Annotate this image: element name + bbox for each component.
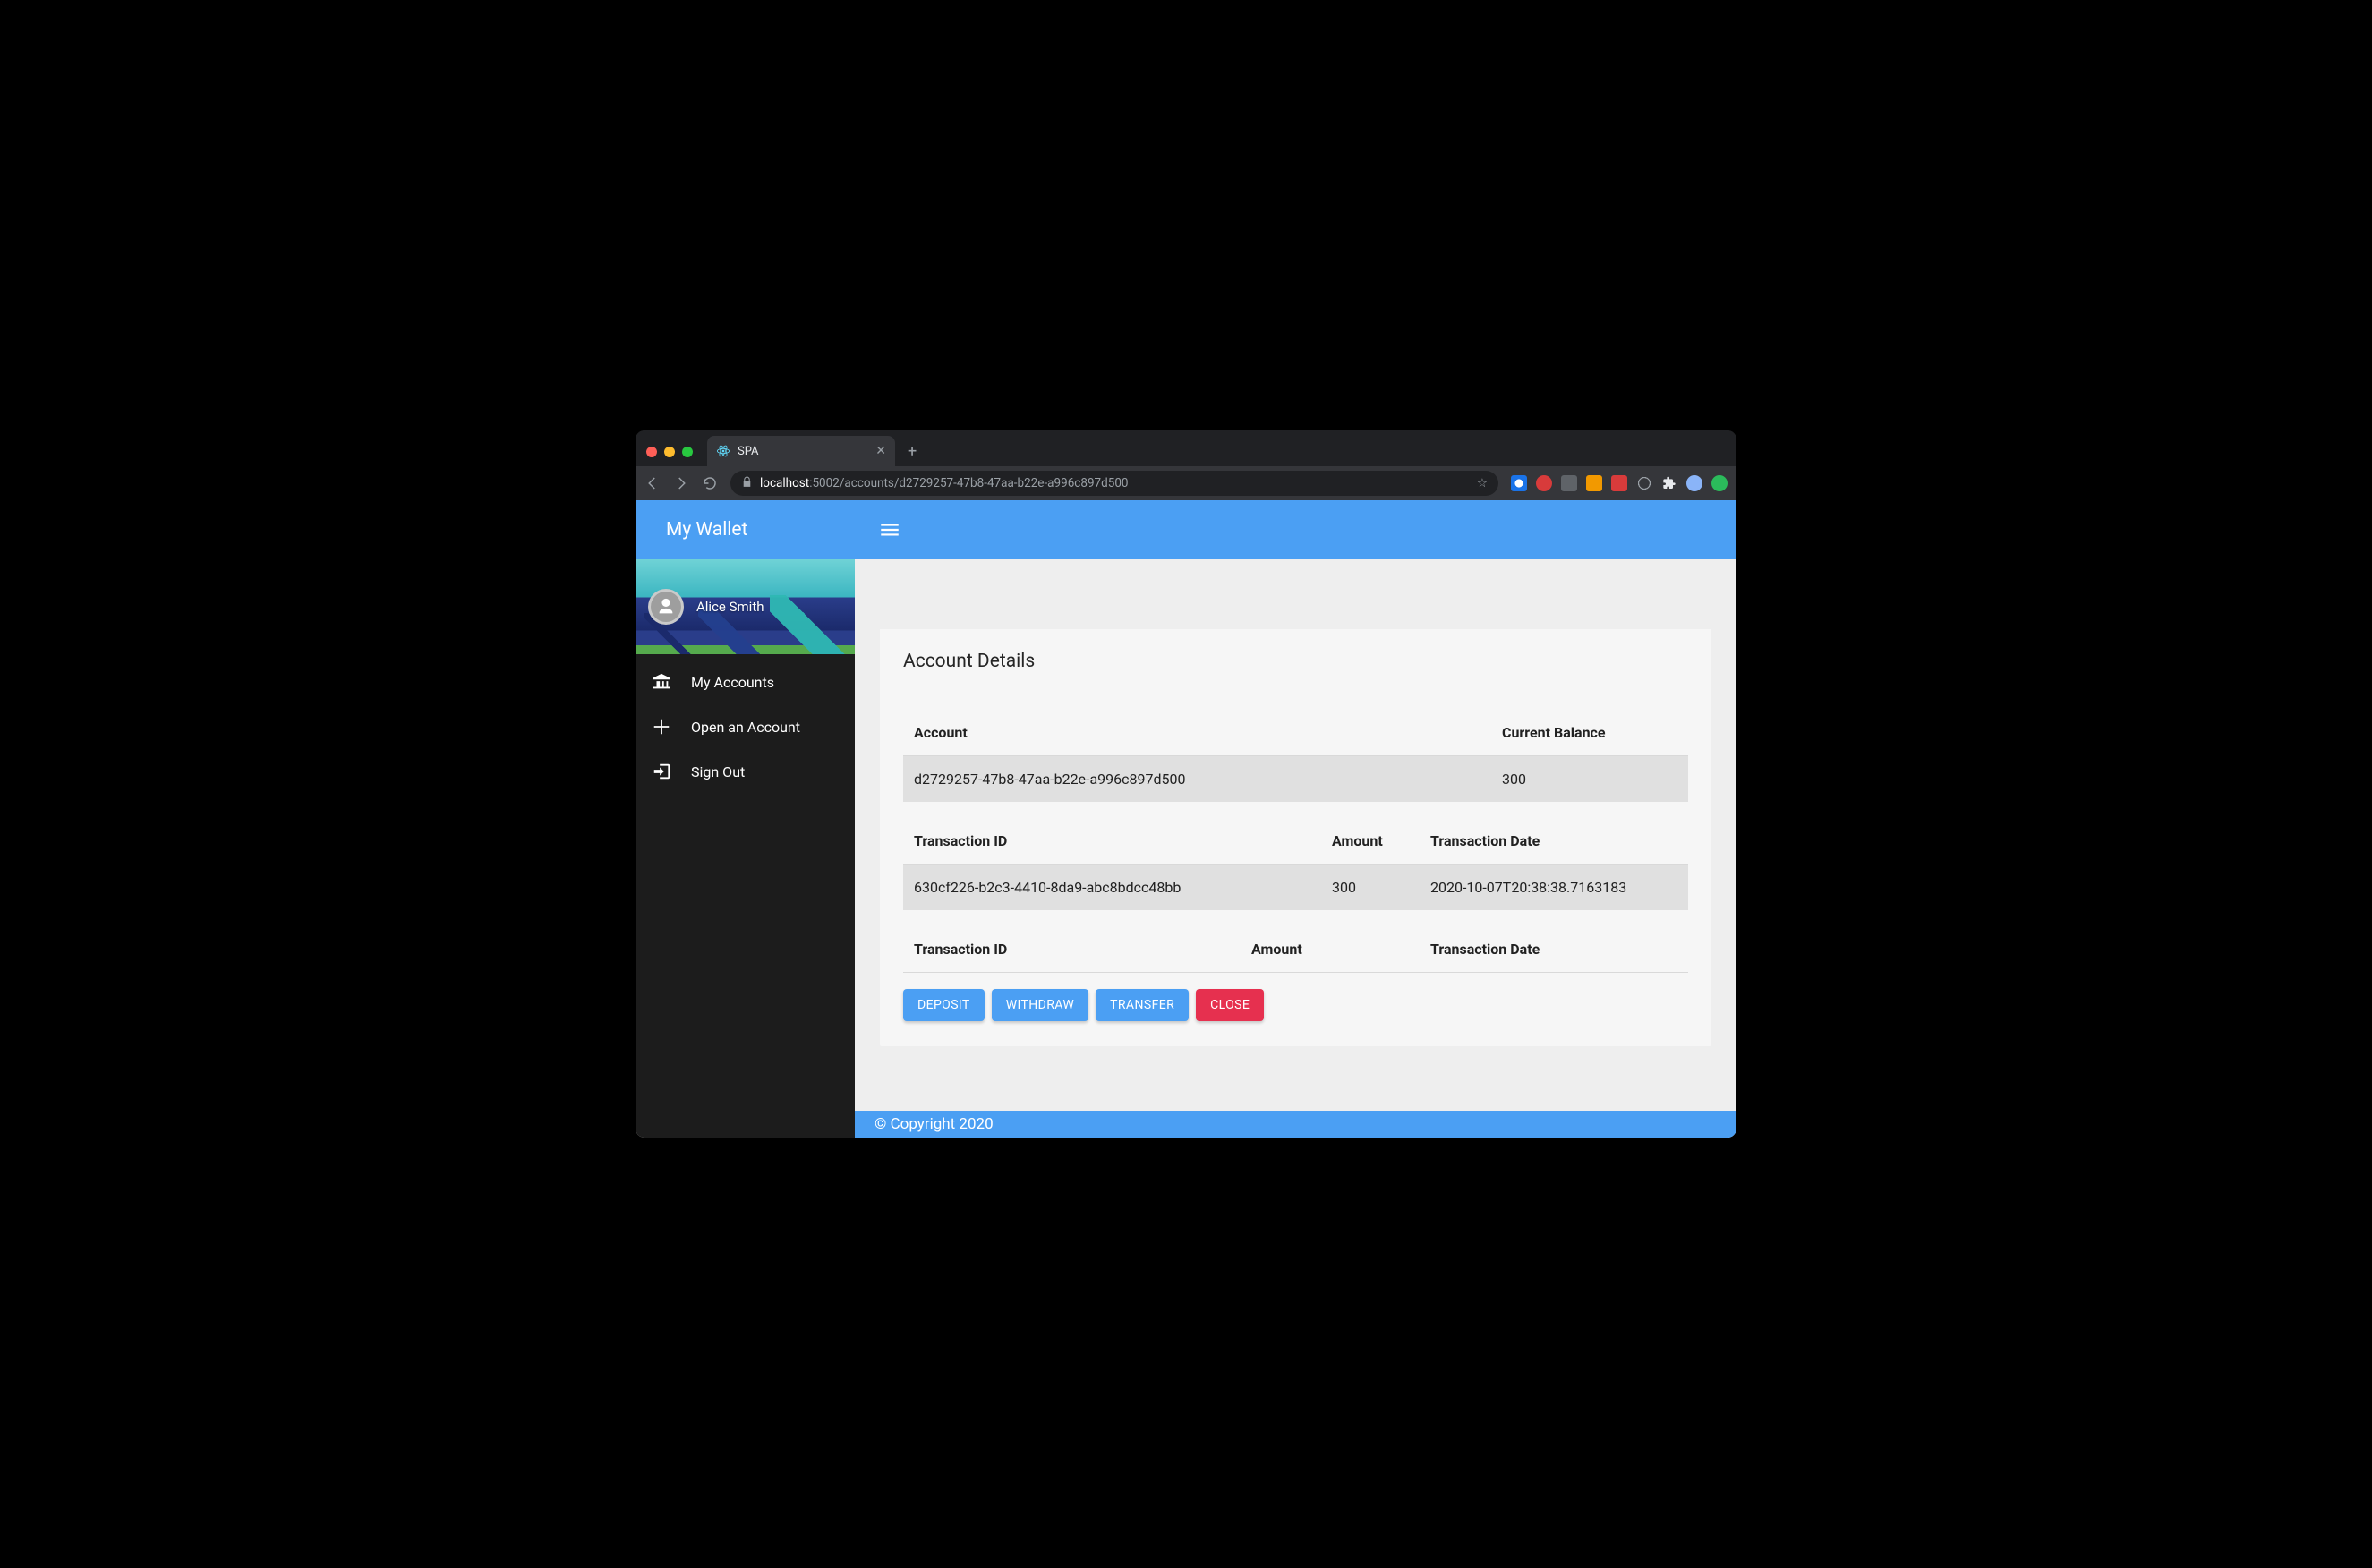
- account-details-card: Account Details Account Current Balance …: [880, 629, 1711, 1046]
- transfer-button[interactable]: TRANSFER: [1096, 989, 1189, 1021]
- col-transaction-id: Transaction ID: [903, 926, 1241, 973]
- cell-account-id: d2729257-47b8-47aa-b22e-a996c897d500: [903, 756, 1491, 803]
- bank-icon: [652, 672, 671, 692]
- main-column: Account Details Account Current Balance …: [855, 500, 1736, 1138]
- menu-toggle-button[interactable]: [878, 518, 901, 541]
- profile-banner: Alice Smith: [636, 559, 855, 654]
- cell-balance: 300: [1491, 756, 1688, 803]
- sidebar-item-sign-out[interactable]: Sign Out: [636, 749, 855, 794]
- browser-toolbar: localhost:5002/accounts/d2729257-47b8-47…: [636, 466, 1736, 500]
- app-root: My Wallet Alice Smith My Accounts: [636, 500, 1736, 1138]
- cell-tx-date: 2020-10-07T20:38:38.7163183: [1420, 865, 1688, 911]
- profile-avatar-icon[interactable]: [1686, 475, 1702, 491]
- url-path: :5002/accounts/d2729257-47b8-47aa-b22e-a…: [809, 476, 1128, 490]
- col-transaction-date: Transaction Date: [1420, 926, 1688, 973]
- table-row: d2729257-47b8-47aa-b22e-a996c897d500 300: [903, 756, 1688, 803]
- person-icon: [656, 597, 676, 617]
- react-favicon-icon: [716, 444, 730, 458]
- extensions-puzzle-icon[interactable]: [1661, 475, 1677, 491]
- extension-icon[interactable]: [1561, 475, 1577, 491]
- sidebar-item-label: My Accounts: [691, 674, 774, 691]
- extension-icon[interactable]: [1611, 475, 1627, 491]
- action-bar: DEPOSIT WITHDRAW TRANSFER CLOSE: [880, 973, 1711, 1046]
- col-amount: Amount: [1321, 818, 1420, 865]
- window-zoom-button[interactable]: [682, 447, 693, 457]
- col-account: Account: [903, 710, 1491, 756]
- browser-window: SPA ✕ + localhost:5002/accounts/d2729257…: [636, 430, 1736, 1138]
- window-close-button[interactable]: [646, 447, 657, 457]
- extension-icon[interactable]: [1636, 475, 1652, 491]
- cell-tx-amount: 300: [1321, 865, 1420, 911]
- sidebar-item-label: Open an Account: [691, 719, 800, 736]
- signout-icon: [652, 762, 671, 781]
- col-amount: Amount: [1241, 926, 1420, 973]
- window-controls: [644, 447, 702, 466]
- footer-text: © Copyright 2020: [875, 1115, 994, 1133]
- hamburger-icon: [878, 518, 901, 541]
- extension-icons: [1511, 475, 1728, 491]
- sidebar-item-label: Sign Out: [691, 763, 745, 780]
- extension-icon[interactable]: [1711, 475, 1728, 491]
- address-bar[interactable]: localhost:5002/accounts/d2729257-47b8-47…: [730, 471, 1498, 496]
- transactions-table: Transaction ID Amount Transaction Date 6…: [903, 818, 1688, 910]
- browser-tabbar: SPA ✕ +: [636, 430, 1736, 466]
- sidebar: My Wallet Alice Smith My Accounts: [636, 500, 855, 1138]
- window-minimize-button[interactable]: [664, 447, 675, 457]
- cell-tx-id: 630cf226-b2c3-4410-8da9-abc8bdcc48bb: [903, 865, 1321, 911]
- col-current-balance: Current Balance: [1491, 710, 1688, 756]
- nav-reload-button[interactable]: [702, 475, 718, 491]
- table-row: 630cf226-b2c3-4410-8da9-abc8bdcc48bb 300…: [903, 865, 1688, 911]
- footer: © Copyright 2020: [855, 1111, 1736, 1138]
- tab-close-icon[interactable]: ✕: [875, 444, 886, 458]
- app-viewport: My Wallet Alice Smith My Accounts: [636, 500, 1736, 1138]
- extension-icon[interactable]: [1536, 475, 1552, 491]
- plus-icon: [652, 717, 671, 737]
- avatar: [648, 589, 684, 625]
- extension-icon[interactable]: [1586, 475, 1602, 491]
- sidebar-menu: My Accounts Open an Account Sign Out: [636, 654, 855, 794]
- sidebar-item-my-accounts[interactable]: My Accounts: [636, 660, 855, 704]
- page-title: Account Details: [880, 629, 1711, 694]
- content-area: Account Details Account Current Balance …: [855, 559, 1736, 1111]
- nav-forward-button[interactable]: [673, 475, 689, 491]
- browser-tab[interactable]: SPA ✕: [707, 436, 895, 466]
- deposit-button[interactable]: DEPOSIT: [903, 989, 985, 1021]
- col-transaction-id: Transaction ID: [903, 818, 1321, 865]
- lock-icon: [741, 476, 753, 491]
- withdraw-button[interactable]: WITHDRAW: [992, 989, 1088, 1021]
- new-tab-button[interactable]: +: [895, 442, 929, 466]
- sidebar-item-open-account[interactable]: Open an Account: [636, 704, 855, 749]
- bookmark-star-icon[interactable]: ☆: [1477, 476, 1488, 490]
- nav-back-button[interactable]: [644, 475, 661, 491]
- brand-title: My Wallet: [636, 500, 855, 559]
- url-text: localhost:5002/accounts/d2729257-47b8-47…: [760, 476, 1129, 490]
- extension-icon[interactable]: [1511, 475, 1527, 491]
- user-name: Alice Smith: [696, 599, 764, 615]
- transactions-table-empty: Transaction ID Amount Transaction Date: [903, 926, 1688, 973]
- close-button[interactable]: CLOSE: [1196, 989, 1264, 1021]
- topbar: [855, 500, 1736, 559]
- tab-title: SPA: [738, 445, 868, 458]
- url-host: localhost: [760, 476, 809, 490]
- col-transaction-date: Transaction Date: [1420, 818, 1688, 865]
- account-table: Account Current Balance d2729257-47b8-47…: [903, 710, 1688, 802]
